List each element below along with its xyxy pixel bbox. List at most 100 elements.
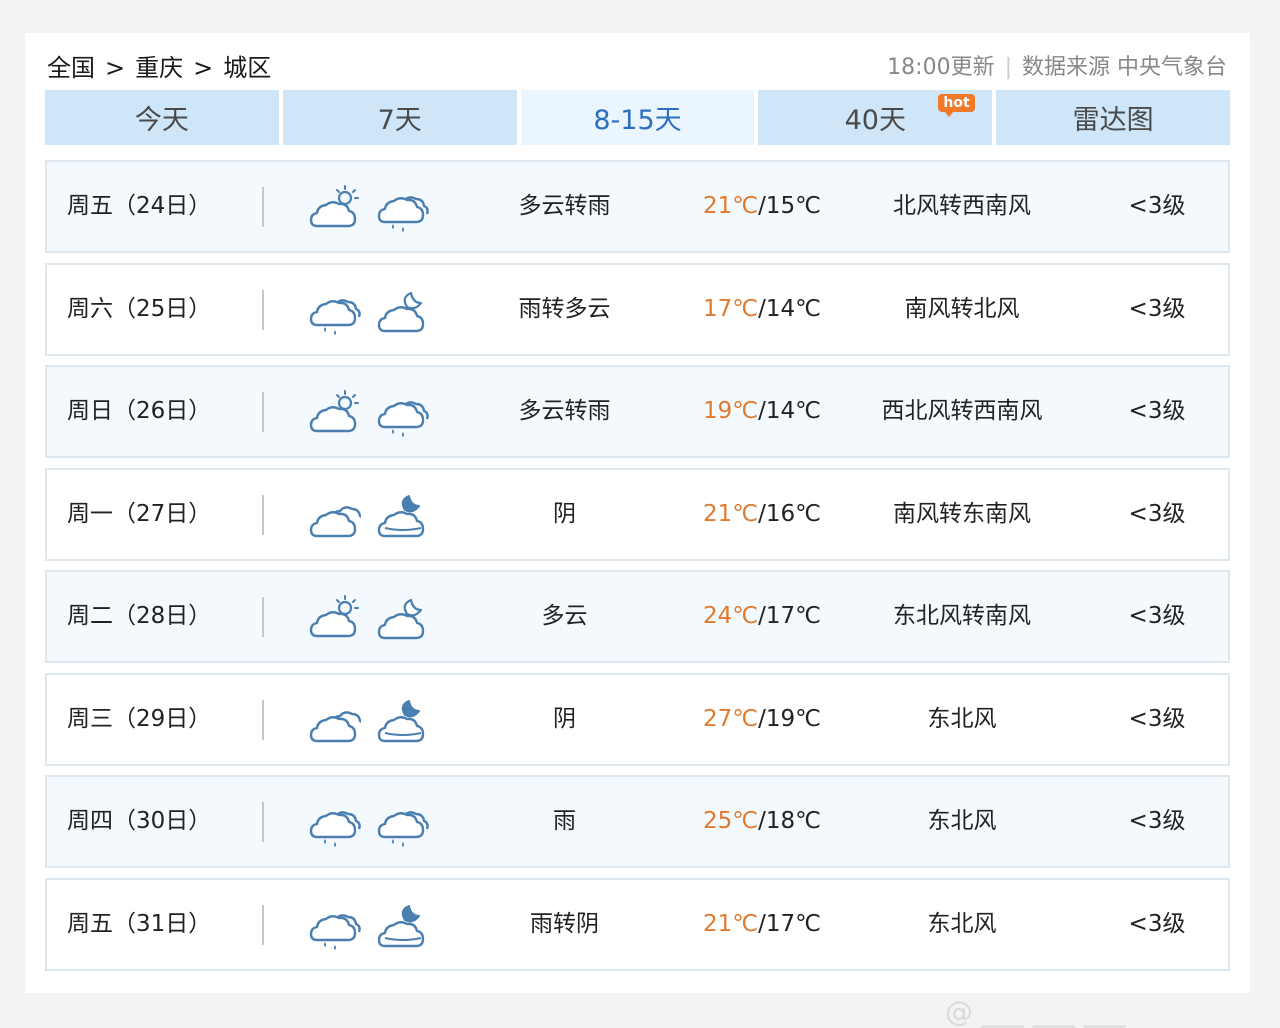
low-temp: /17℃ [758, 603, 821, 629]
high-temp: 21℃ [703, 193, 759, 219]
row-divider [262, 289, 264, 330]
tab-7-days-label: 7天 [377, 105, 422, 136]
temperature-range: 21℃/16℃ [687, 470, 837, 559]
forecast-row: 周四（30日） 雨 25℃/18℃ 东北风 <3级 [45, 775, 1230, 868]
high-temp: 21℃ [703, 910, 759, 937]
row-divider [262, 904, 264, 945]
partly-cloudy-night-icon [377, 291, 425, 332]
wind-level: <3级 [1128, 808, 1186, 834]
high-temp: 27℃ [703, 705, 759, 732]
partly-cloudy-night-icon [377, 598, 425, 640]
weather-icons [309, 799, 429, 847]
overcast-icon [309, 505, 361, 537]
low-temp: /15℃ [758, 193, 821, 219]
overcast-night-icon [377, 904, 425, 947]
wind-level: <3级 [1128, 193, 1186, 219]
forecast-day: 周六（25日） [67, 295, 212, 322]
temperature-range: 21℃/15℃ [687, 162, 837, 251]
top-bar: 全国 > 重庆 > 城区 18:00更新 | 数据来源 中央气象台 [47, 53, 1227, 83]
watermark: @ ___ ___ ___ [945, 995, 1126, 1028]
forecast-row: 周日（26日） 多云转雨 19℃/14℃ 西北风转西南风 <3级 [45, 365, 1230, 458]
weather-description: 多云转雨 [518, 193, 611, 219]
breadcrumb-city[interactable]: 重庆 [135, 53, 183, 83]
data-source: 数据来源 中央气象台 [1022, 55, 1227, 80]
weather-description: 雨转多云 [518, 295, 611, 322]
overcast-icon [309, 710, 361, 742]
forecast-row: 周二（28日） 多云 24℃/17℃ 东北风转南风 <3级 [45, 570, 1230, 663]
rain-cloud-icon [377, 811, 429, 847]
wind-level: <3级 [1128, 295, 1186, 322]
forecast-tabs: 今天 7天 8-15天 40天 hot 雷达图 [45, 90, 1230, 145]
forecast-row: 周五（24日） 多云转雨 21℃/15℃ 北风转西南风 <3级 [45, 160, 1230, 253]
weather-description: 阴 [553, 705, 576, 732]
tab-40-days[interactable]: 40天 hot [758, 90, 993, 145]
partly-cloudy-sun-icon [309, 390, 359, 433]
forecast-row: 周六（25日） 雨转多云 17℃/14℃ 南风转北风 <3级 [45, 262, 1230, 356]
forecast-day: 周一（27日） [67, 500, 212, 527]
high-temp: 17℃ [703, 295, 759, 322]
wind-level: <3级 [1128, 910, 1186, 937]
wind-direction: 东北风转南风 [893, 603, 1031, 629]
weather-panel: 全国 > 重庆 > 城区 18:00更新 | 数据来源 中央气象台 今天 7天 … [25, 33, 1250, 1028]
temperature-range: 27℃/19℃ [687, 675, 837, 764]
weather-icons [309, 389, 429, 437]
wind-direction: 北风转西南风 [893, 193, 1031, 219]
row-divider [262, 802, 264, 842]
row-divider [262, 597, 264, 637]
weather-icons [309, 594, 429, 642]
weather-description: 阴 [553, 500, 576, 527]
weather-description: 雨 [553, 808, 576, 834]
wind-level: <3级 [1128, 705, 1186, 732]
tab-8-15-days[interactable]: 8-15天 [520, 90, 755, 145]
update-time: 18:00更新 [887, 55, 995, 80]
tab-today-label: 今天 [134, 105, 189, 136]
tab-8-15-days-label: 8-15天 [593, 105, 682, 136]
breadcrumb-separator: > [193, 54, 214, 82]
tab-today[interactable]: 今天 [45, 90, 279, 145]
forecast-row: 周三（29日） 阴 27℃/19℃ 东北风 <3级 [45, 672, 1230, 766]
tab-radar[interactable]: 雷达图 [996, 90, 1230, 145]
wind-level: <3级 [1128, 500, 1186, 527]
weather-icons [309, 902, 429, 950]
row-divider [262, 187, 264, 227]
partly-cloudy-sun-icon [309, 595, 359, 638]
update-meta: 18:00更新 | 数据来源 中央气象台 [887, 53, 1227, 83]
high-temp: 19℃ [703, 398, 759, 424]
hot-badge: hot [938, 94, 975, 117]
low-temp: /16℃ [758, 500, 821, 527]
rain-cloud-icon [377, 401, 429, 437]
tab-7-days[interactable]: 7天 [282, 90, 517, 145]
high-temp: 25℃ [703, 808, 759, 834]
temperature-range: 24℃/17℃ [687, 572, 837, 661]
weather-icons [309, 492, 429, 540]
meta-divider: | [1004, 55, 1012, 80]
weather-icons [309, 287, 429, 335]
rain-cloud-icon [309, 298, 361, 335]
forecast-day: 周三（29日） [67, 705, 212, 732]
overcast-night-icon [377, 494, 425, 537]
wind-direction: 南风转北风 [904, 295, 1020, 322]
rain-cloud-icon [309, 811, 361, 847]
low-temp: /18℃ [758, 808, 821, 834]
low-temp: /14℃ [758, 295, 821, 322]
rain-cloud-icon [377, 196, 429, 232]
temperature-range: 17℃/14℃ [687, 265, 837, 354]
partly-cloudy-sun-icon [309, 185, 359, 228]
breadcrumb-country[interactable]: 全国 [47, 53, 95, 83]
weather-description: 多云 [541, 603, 588, 629]
breadcrumb: 全国 > 重庆 > 城区 [47, 53, 271, 83]
wind-direction: 西北风转西南风 [881, 398, 1043, 424]
weather-icons [309, 697, 429, 745]
high-temp: 24℃ [703, 603, 759, 629]
weather-description: 多云转雨 [518, 398, 611, 424]
forecast-day: 周五（31日） [67, 910, 212, 937]
forecast-day: 周五（24日） [67, 193, 212, 219]
wind-direction: 东北风 [927, 910, 997, 937]
forecast-day: 周四（30日） [67, 808, 212, 834]
row-divider [262, 392, 264, 432]
row-divider [262, 494, 264, 535]
temperature-range: 19℃/14℃ [687, 367, 837, 456]
weather-icons [309, 184, 429, 232]
forecast-row: 周五（31日） 雨转阴 21℃/17℃ 东北风 <3级 [45, 877, 1230, 971]
tab-40-days-label: 40天 [844, 105, 906, 136]
